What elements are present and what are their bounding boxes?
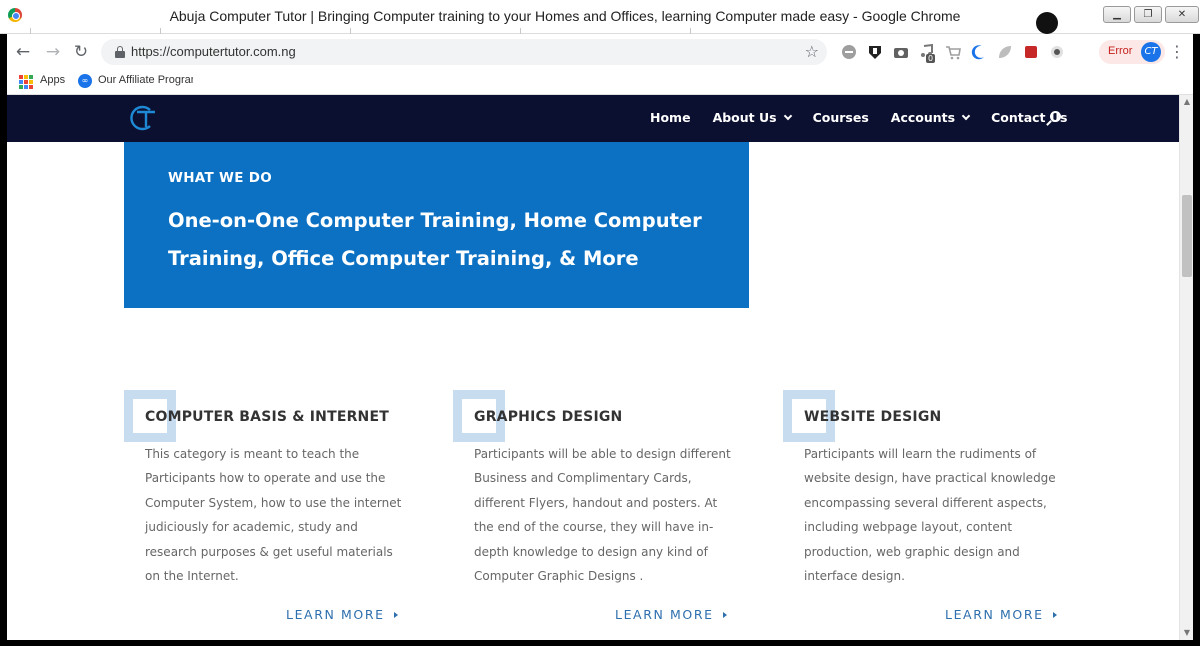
service-description: Participants will be able to design diff…: [474, 447, 731, 584]
profile-error-chip[interactable]: Error CT: [1099, 40, 1165, 64]
caret-right-icon: [393, 611, 398, 618]
nav-label: Accounts: [890, 110, 956, 125]
extension-eye-icon[interactable]: [1047, 43, 1066, 61]
service-title: WEBSITE DESIGN: [804, 409, 942, 425]
nav-label: Home: [650, 110, 691, 125]
bookmark-star-icon[interactable]: ☆: [805, 42, 819, 61]
apps-grid-icon[interactable]: [19, 75, 33, 89]
bookmark-apps[interactable]: Apps: [40, 74, 65, 86]
extension-leaf-icon[interactable]: [995, 43, 1014, 61]
maximize-button[interactable]: ❐: [1134, 6, 1162, 23]
scrollbar-thumb[interactable]: [1182, 195, 1192, 277]
error-label: Error: [1108, 45, 1133, 57]
service-title: COMPUTER BASIS & INTERNET: [145, 409, 389, 425]
hero-title: One-on-One Computer Training, Home Compu…: [168, 209, 702, 270]
bookmarks-bar: Apps ∞ Our Affiliate Program: [7, 70, 1193, 95]
extension-camera-icon[interactable]: [891, 43, 910, 61]
extension-moon-icon[interactable]: [969, 43, 988, 61]
lock-icon[interactable]: [115, 46, 125, 58]
nav-item-home[interactable]: Home: [650, 110, 691, 125]
scroll-up-arrow-icon[interactable]: ▲: [1180, 95, 1193, 109]
scroll-down-arrow-icon[interactable]: ▼: [1180, 626, 1193, 640]
reload-icon[interactable]: ↻: [71, 42, 91, 62]
service-description: Participants will learn the rudiments of…: [804, 447, 1056, 584]
profile-avatar: CT: [1141, 42, 1161, 62]
page-scrollbar[interactable]: ▲ ▼: [1179, 95, 1193, 640]
minimize-button[interactable]: ▁: [1103, 6, 1131, 23]
extension-icons: 0: [839, 43, 1066, 63]
extension-badge: 0: [926, 54, 936, 63]
close-button[interactable]: ✕: [1165, 6, 1199, 23]
extension-circle-icon[interactable]: [839, 43, 858, 61]
extension-music-icon[interactable]: 0: [917, 43, 936, 63]
window-title: Abuja Computer Tutor | Bringing Computer…: [169, 8, 961, 24]
main-nav: Home About Us Courses Accounts Contact U…: [650, 110, 1089, 125]
profile-avatar-icon[interactable]: [1036, 12, 1058, 34]
nav-item-accounts[interactable]: Accounts: [890, 110, 971, 125]
hero-eyebrow: WHAT WE DO: [168, 170, 272, 186]
chevron-down-icon: [961, 111, 971, 120]
chrome-menu-icon[interactable]: ⋮: [1169, 42, 1185, 61]
nav-item-courses[interactable]: Courses: [813, 110, 869, 125]
nav-label: About Us: [712, 110, 777, 125]
learn-more-link[interactable]: LEARN MORE: [945, 607, 1057, 622]
learn-more-link[interactable]: LEARN MORE: [615, 607, 727, 622]
title-bar: Abuja Computer Tutor | Bringing Computer…: [0, 0, 1200, 34]
back-arrow-icon[interactable]: ←: [13, 42, 33, 62]
browser-toolbar: ← → ↻ https://computertutor.com.ng ☆ 0 E…: [7, 34, 1193, 70]
extension-cart-icon[interactable]: [943, 43, 962, 61]
learn-more-label: LEARN MORE: [286, 607, 385, 622]
browser-window: Abuja Computer Tutor | Bringing Computer…: [0, 0, 1200, 646]
forward-arrow-icon[interactable]: →: [43, 42, 63, 62]
nav-item-about-us[interactable]: About Us: [712, 110, 792, 125]
site-header: Home About Us Courses Accounts Contact U…: [7, 95, 1179, 142]
caret-right-icon: [1052, 611, 1057, 618]
learn-more-label: LEARN MORE: [615, 607, 714, 622]
tab-strip: [30, 24, 730, 34]
page-viewport: Home About Us Courses Accounts Contact U…: [7, 95, 1193, 640]
nav-label: Courses: [812, 110, 869, 125]
learn-more-label: LEARN MORE: [945, 607, 1044, 622]
chevron-down-icon: [783, 111, 792, 120]
url-text[interactable]: https://computertutor.com.ng: [131, 44, 296, 59]
service-description: This category is meant to teach the Part…: [145, 447, 402, 584]
extension-shield-icon[interactable]: [865, 43, 884, 61]
affiliate-icon[interactable]: ∞: [78, 74, 92, 88]
learn-more-link[interactable]: LEARN MORE: [286, 607, 398, 622]
service-title: GRAPHICS DESIGN: [474, 409, 623, 425]
address-bar[interactable]: https://computertutor.com.ng ☆: [101, 39, 827, 65]
search-icon[interactable]: [1045, 111, 1061, 127]
caret-right-icon: [722, 611, 727, 618]
bookmark-affiliate-program[interactable]: Our Affiliate Program: [98, 74, 193, 86]
site-logo-icon[interactable]: [128, 105, 158, 131]
extension-red-square-icon[interactable]: [1021, 43, 1040, 61]
window-controls: ▁ ❐ ✕: [1103, 6, 1199, 23]
what-we-do-banner: WHAT WE DO One-on-One Computer Training,…: [124, 142, 749, 308]
